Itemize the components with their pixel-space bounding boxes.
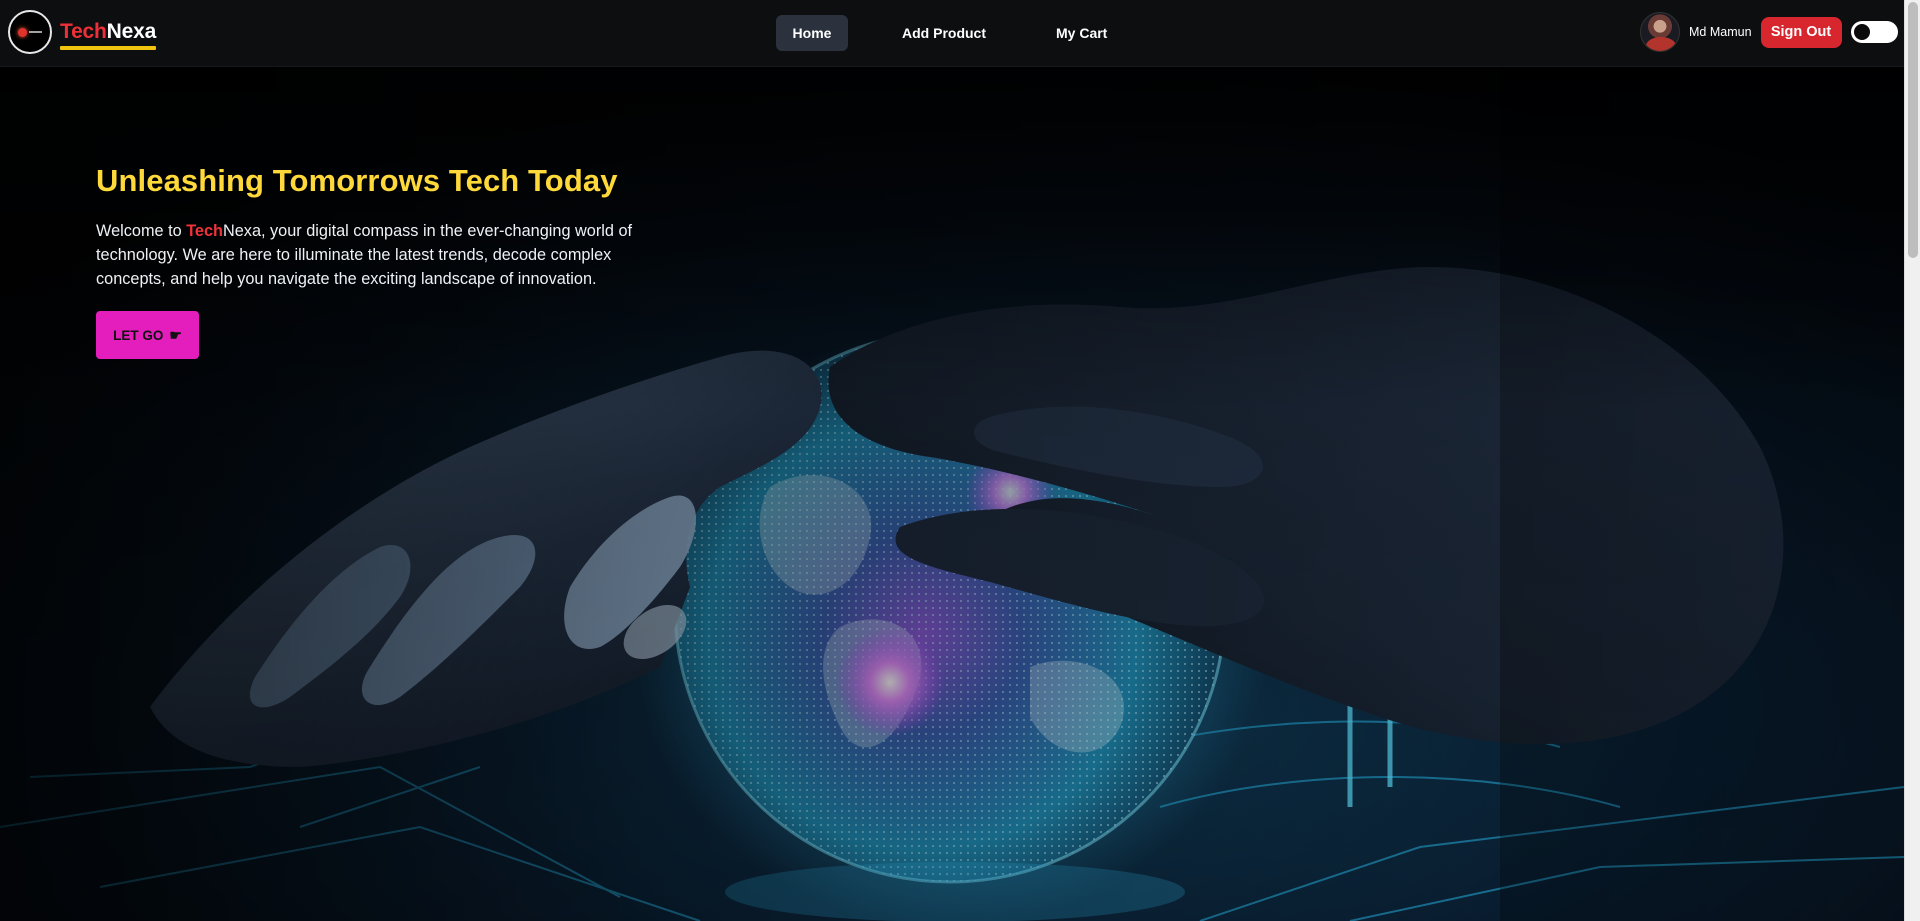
- hero-section: Unleashing Tomorrows Tech Today Welcome …: [0, 67, 1904, 921]
- brand[interactable]: TechNexa: [8, 10, 156, 54]
- pointing-hand-icon: ☛: [169, 326, 182, 343]
- user-area: Md Mamun Sign Out: [1640, 12, 1898, 52]
- main-nav: Home Add Product My Cart: [776, 15, 1123, 51]
- vertical-scrollbar[interactable]: [1904, 0, 1920, 921]
- sign-out-button[interactable]: Sign Out: [1760, 16, 1842, 48]
- theme-toggle-switch[interactable]: [1850, 21, 1898, 43]
- scrollbar-thumb[interactable]: [1908, 2, 1918, 258]
- brand-name-nexa: Nexa: [106, 20, 157, 43]
- hero-text-before: Welcome to: [96, 222, 187, 240]
- hero-text-highlight: Tech: [186, 222, 223, 240]
- technexa-logo-icon[interactable]: [8, 10, 52, 54]
- nav-link-add-product[interactable]: Add Product: [886, 15, 1002, 51]
- brand-name[interactable]: TechNexa: [60, 20, 157, 50]
- navbar: TechNexa Home Add Product My Cart Md Mam…: [0, 0, 1904, 67]
- user-avatar[interactable]: [1640, 12, 1680, 52]
- brand-name-tech: Tech: [60, 20, 107, 43]
- brand-underline: [60, 46, 157, 50]
- nav-link-home[interactable]: Home: [776, 15, 848, 51]
- hero-description: Welcome to TechNexa, your digital compas…: [96, 219, 641, 291]
- hero-title: Unleashing Tomorrows Tech Today: [96, 163, 618, 198]
- user-name: Md Mamun: [1689, 25, 1752, 39]
- let-go-label: LET GO: [113, 327, 164, 343]
- nav-link-my-cart[interactable]: My Cart: [1040, 15, 1123, 51]
- hero-content: Unleashing Tomorrows Tech Today Welcome …: [96, 163, 656, 359]
- toggle-knob: [1853, 24, 1870, 40]
- let-go-button[interactable]: LET GO ☛: [96, 311, 199, 359]
